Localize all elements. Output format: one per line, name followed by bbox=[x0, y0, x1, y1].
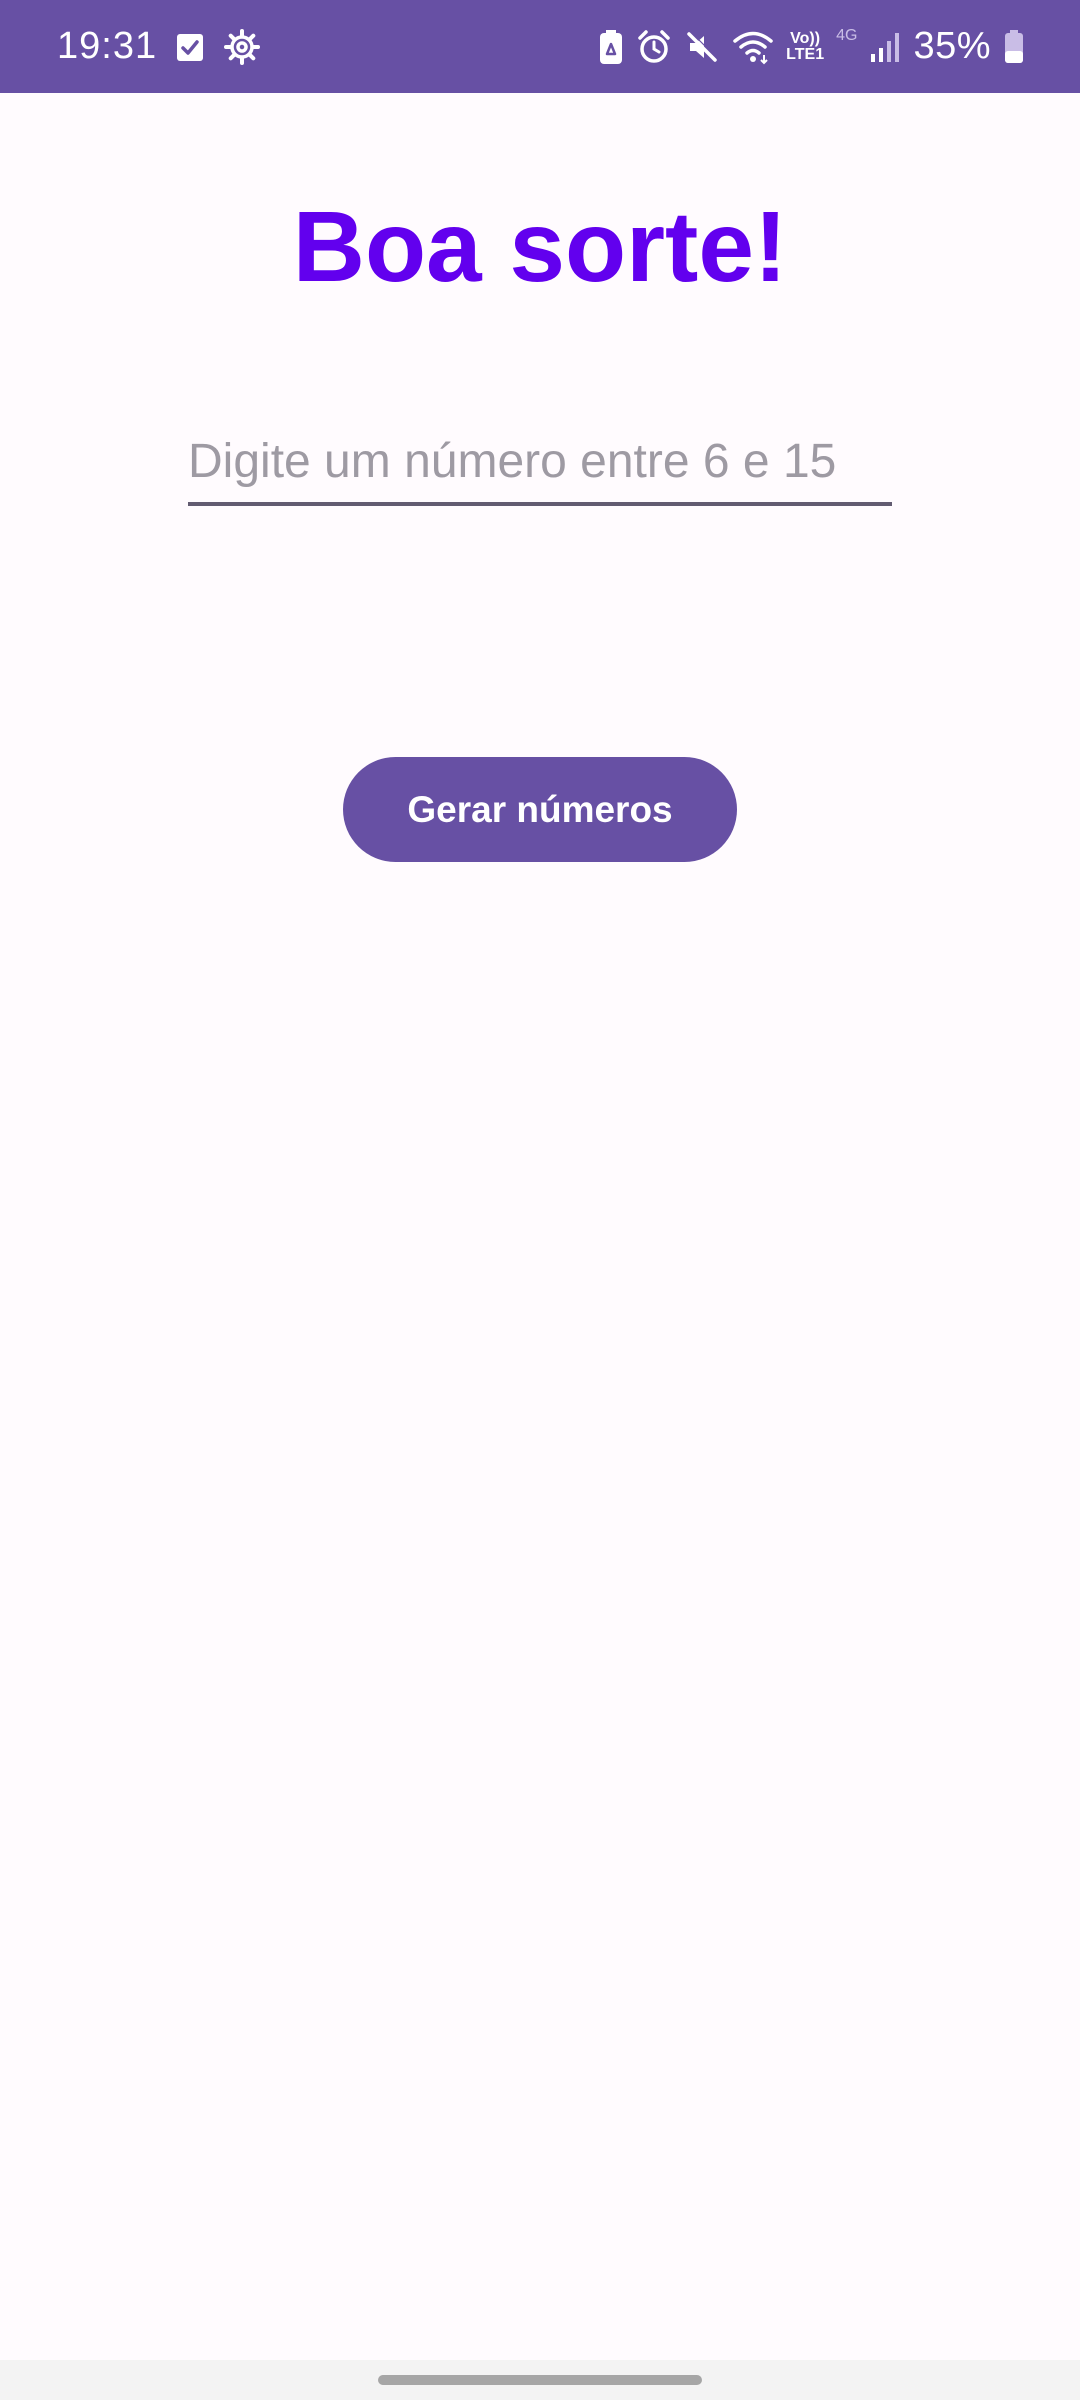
generate-numbers-button[interactable]: Gerar números bbox=[343, 757, 737, 862]
volte-icon: Vo)) LTE1 bbox=[786, 29, 825, 63]
app-screen: 19:31 Vo)) LTE1 4G 35% Boa sorte! Digite… bbox=[0, 0, 1080, 2400]
battery-saver-icon bbox=[598, 28, 624, 66]
battery-icon bbox=[1003, 29, 1025, 65]
volte-label-bottom: LTE1 bbox=[786, 45, 825, 63]
mute-icon bbox=[684, 29, 720, 65]
settings-gear-icon bbox=[223, 28, 261, 66]
wifi-icon bbox=[732, 29, 774, 65]
number-input[interactable] bbox=[188, 420, 892, 506]
alarm-icon bbox=[636, 29, 672, 65]
status-bar-left: 19:31 bbox=[57, 0, 261, 93]
status-time: 19:31 bbox=[57, 25, 158, 67]
status-bar: 19:31 Vo)) LTE1 4G 35% bbox=[0, 0, 1080, 93]
gesture-handle[interactable] bbox=[378, 2375, 702, 2385]
navigation-bar bbox=[0, 2360, 1080, 2400]
signal-icon bbox=[869, 30, 901, 64]
status-bar-right: Vo)) LTE1 4G 35% bbox=[598, 0, 1025, 93]
page-title: Boa sorte! bbox=[292, 191, 788, 303]
battery-percent: 35% bbox=[913, 25, 991, 67]
volte-label-top: Vo)) bbox=[790, 29, 821, 47]
network-type-label: 4G bbox=[836, 26, 858, 44]
checkbox-notification-icon bbox=[175, 31, 205, 63]
number-input-container bbox=[188, 420, 892, 506]
